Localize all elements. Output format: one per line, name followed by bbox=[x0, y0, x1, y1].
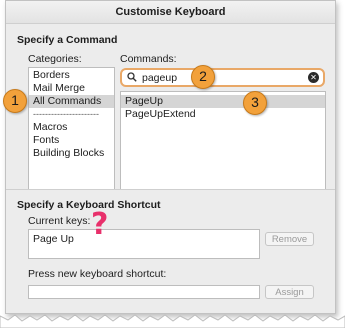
search-icon bbox=[127, 72, 137, 82]
category-item-borders[interactable]: Borders bbox=[29, 69, 114, 82]
category-item-macros[interactable]: Macros bbox=[29, 121, 114, 134]
current-keys-label: Current keys: bbox=[28, 215, 91, 227]
category-item-building-blocks[interactable]: Building Blocks bbox=[29, 147, 114, 160]
assign-button[interactable]: Assign bbox=[265, 285, 314, 299]
current-keys-list[interactable]: Page Up bbox=[28, 229, 260, 259]
current-key-item[interactable]: Page Up bbox=[29, 233, 259, 246]
commands-list[interactable]: PageUp PageUpExtend bbox=[120, 91, 326, 190]
annotation-badge-2: 2 bbox=[191, 65, 215, 89]
specify-shortcut-heading: Specify a Keyboard Shortcut bbox=[17, 199, 161, 211]
command-item-pageup[interactable]: PageUp bbox=[121, 95, 325, 108]
search-value: pageup bbox=[142, 72, 178, 84]
section-divider bbox=[6, 189, 335, 190]
window-title: Customise Keyboard bbox=[6, 1, 335, 24]
categories-list[interactable]: Borders Mail Merge All Commands --------… bbox=[28, 67, 115, 190]
new-shortcut-input[interactable] bbox=[28, 285, 260, 299]
specify-command-heading: Specify a Command bbox=[17, 34, 118, 46]
annotation-badge-1: 1 bbox=[3, 89, 27, 113]
category-item-fonts[interactable]: Fonts bbox=[29, 134, 114, 147]
command-search-input[interactable]: pageup ✕ bbox=[120, 68, 325, 87]
category-item-all-commands[interactable]: All Commands bbox=[29, 95, 114, 108]
customise-keyboard-dialog: Customise Keyboard Specify a Command Cat… bbox=[3, 0, 336, 314]
commands-label: Commands: bbox=[120, 53, 177, 65]
x-circle-icon[interactable]: ✕ bbox=[308, 72, 319, 83]
category-separator: ---------------------- bbox=[33, 109, 99, 119]
remove-button[interactable]: Remove bbox=[265, 232, 314, 246]
question-mark-annotation: ? bbox=[91, 207, 109, 242]
category-item-mail-merge[interactable]: Mail Merge bbox=[29, 82, 114, 95]
new-shortcut-label: Press new keyboard shortcut: bbox=[28, 268, 167, 280]
categories-label: Categories: bbox=[28, 53, 82, 65]
torn-edge-decoration bbox=[0, 314, 345, 328]
annotation-badge-3: 3 bbox=[243, 91, 267, 115]
command-item-pageupextend[interactable]: PageUpExtend bbox=[121, 108, 325, 121]
